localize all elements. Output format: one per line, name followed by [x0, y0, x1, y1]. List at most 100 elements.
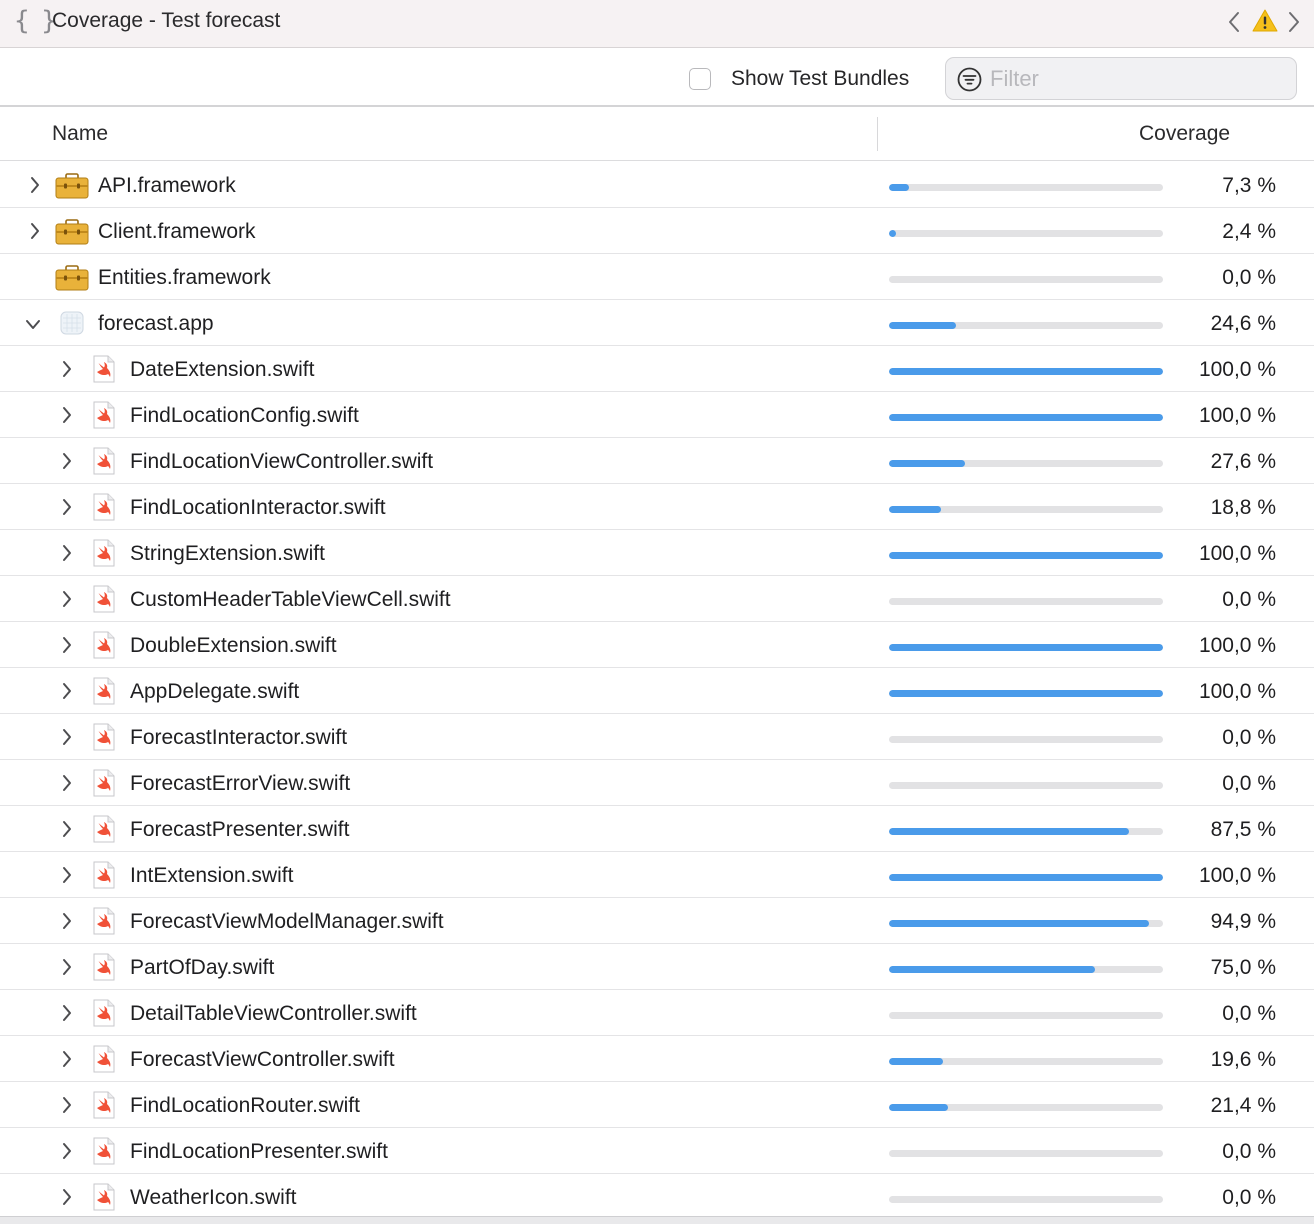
warning-icon[interactable]	[1252, 8, 1278, 34]
table-row[interactable]: FindLocationInteractor.swift 18,8 %	[0, 484, 1314, 530]
row-name: PartOfDay.swift	[130, 956, 275, 979]
chevron-right-icon[interactable]	[61, 728, 73, 751]
table-row[interactable]: FindLocationViewController.swift 27,6 %	[0, 438, 1314, 484]
table-row[interactable]: ForecastPresenter.swift 87,5 %	[0, 806, 1314, 852]
coverage-percent: 0,0 %	[1222, 266, 1276, 289]
table-row[interactable]: ForecastInteractor.swift 0,0 %	[0, 714, 1314, 760]
row-name: DetailTableViewController.swift	[130, 1002, 417, 1025]
table-row[interactable]: DetailTableViewController.swift 0,0 %	[0, 990, 1314, 1036]
chevron-right-icon[interactable]	[61, 360, 73, 383]
show-test-bundles-label[interactable]: Show Test Bundles	[731, 67, 909, 91]
coverage-bar	[889, 368, 1163, 375]
row-name: DateExtension.swift	[130, 358, 315, 381]
coverage-bar-fill	[889, 460, 965, 467]
filter-input[interactable]	[988, 64, 1282, 94]
row-name: WeatherIcon.swift	[130, 1186, 297, 1209]
table-row[interactable]: FindLocationRouter.swift 21,4 %	[0, 1082, 1314, 1128]
chevron-right-icon[interactable]	[61, 498, 73, 521]
table-row[interactable]: CustomHeaderTableViewCell.swift 0,0 %	[0, 576, 1314, 622]
swift-file-icon	[92, 631, 116, 664]
table-row[interactable]: DateExtension.swift 100,0 %	[0, 346, 1314, 392]
swift-file-icon	[92, 907, 116, 940]
table-row[interactable]: DoubleExtension.swift 100,0 %	[0, 622, 1314, 668]
chevron-right-icon[interactable]	[61, 1050, 73, 1073]
chevron-right-icon[interactable]	[61, 820, 73, 843]
chevron-right-icon[interactable]	[61, 958, 73, 981]
coverage-percent: 2,4 %	[1222, 220, 1276, 243]
filter-field[interactable]	[945, 57, 1297, 100]
chevron-right-icon[interactable]	[61, 452, 73, 475]
table-row[interactable]: ForecastViewController.swift 19,6 %	[0, 1036, 1314, 1082]
chevron-right-icon[interactable]	[61, 544, 73, 567]
row-name: AppDelegate.swift	[130, 680, 300, 703]
chevron-right-icon[interactable]	[1286, 10, 1302, 34]
chevron-right-icon[interactable]	[29, 222, 41, 245]
chevron-right-icon[interactable]	[61, 866, 73, 889]
swift-file-icon	[92, 585, 116, 618]
coverage-bar	[889, 690, 1163, 697]
table-row[interactable]: ForecastErrorView.swift 0,0 %	[0, 760, 1314, 806]
coverage-bar-fill	[889, 920, 1149, 927]
table-row[interactable]: Client.framework 2,4 %	[0, 208, 1314, 254]
coverage-bar-fill	[889, 1104, 948, 1111]
chevron-right-icon[interactable]	[61, 1188, 73, 1211]
chevron-right-icon[interactable]	[61, 1096, 73, 1119]
coverage-percent: 100,0 %	[1198, 634, 1276, 657]
row-name: FindLocationViewController.swift	[130, 450, 434, 473]
coverage-percent: 100,0 %	[1198, 542, 1276, 565]
coverage-bar	[889, 184, 1163, 191]
coverage-bar	[889, 1058, 1163, 1065]
coverage-percent: 100,0 %	[1198, 358, 1276, 381]
chevron-right-icon[interactable]	[61, 636, 73, 659]
coverage-bar	[889, 230, 1163, 237]
chevron-left-icon[interactable]	[1226, 10, 1242, 34]
chevron-right-icon[interactable]	[29, 176, 41, 199]
coverage-bar-fill	[889, 506, 941, 513]
swift-file-icon	[92, 815, 116, 848]
column-divider[interactable]	[877, 117, 878, 151]
braces-icon: { }	[14, 6, 57, 36]
table-row[interactable]: API.framework 7,3 %	[0, 162, 1314, 208]
table-row[interactable]: AppDelegate.swift 100,0 %	[0, 668, 1314, 714]
coverage-bar	[889, 414, 1163, 421]
coverage-bar-fill	[889, 690, 1163, 697]
coverage-percent: 18,8 %	[1210, 496, 1276, 519]
coverage-percent: 21,4 %	[1210, 1094, 1276, 1117]
swift-file-icon	[92, 1045, 116, 1078]
table-row[interactable]: FindLocationPresenter.swift 0,0 %	[0, 1128, 1314, 1174]
framework-toolbox-icon	[55, 265, 89, 296]
coverage-bar-fill	[889, 828, 1129, 835]
show-test-bundles-checkbox[interactable]	[689, 68, 711, 90]
coverage-bar	[889, 736, 1163, 743]
row-name: ForecastInteractor.swift	[130, 726, 348, 749]
table-row[interactable]: FindLocationConfig.swift 100,0 %	[0, 392, 1314, 438]
chevron-right-icon[interactable]	[61, 774, 73, 797]
chevron-right-icon[interactable]	[61, 1142, 73, 1165]
coverage-bar-fill	[889, 414, 1163, 421]
coverage-bar	[889, 874, 1163, 881]
chevron-right-icon[interactable]	[61, 682, 73, 705]
table-row[interactable]: WeatherIcon.swift 0,0 %	[0, 1174, 1314, 1220]
table-row[interactable]: StringExtension.swift 100,0 %	[0, 530, 1314, 576]
coverage-percent: 100,0 %	[1198, 864, 1276, 887]
coverage-percent: 7,3 %	[1222, 174, 1276, 197]
coverage-percent: 27,6 %	[1210, 450, 1276, 473]
chevron-down-icon[interactable]	[24, 318, 42, 337]
filter-icon	[957, 67, 982, 92]
chevron-right-icon[interactable]	[61, 406, 73, 429]
table-row[interactable]: IntExtension.swift 100,0 %	[0, 852, 1314, 898]
table-row[interactable]: forecast.app 24,6 %	[0, 300, 1314, 346]
coverage-bar	[889, 506, 1163, 513]
table-row[interactable]: ForecastViewModelManager.swift 94,9 %	[0, 898, 1314, 944]
chevron-right-icon[interactable]	[61, 912, 73, 935]
chevron-right-icon[interactable]	[61, 1004, 73, 1027]
swift-file-icon	[92, 677, 116, 710]
table-row[interactable]: Entities.framework 0,0 %	[0, 254, 1314, 300]
table-row[interactable]: PartOfDay.swift 75,0 %	[0, 944, 1314, 990]
row-name: IntExtension.swift	[130, 864, 294, 887]
coverage-percent: 100,0 %	[1198, 680, 1276, 703]
coverage-bar-fill	[889, 368, 1163, 375]
column-header-name[interactable]: Name	[52, 122, 108, 146]
chevron-right-icon[interactable]	[61, 590, 73, 613]
column-header-coverage[interactable]: Coverage	[1139, 122, 1230, 146]
